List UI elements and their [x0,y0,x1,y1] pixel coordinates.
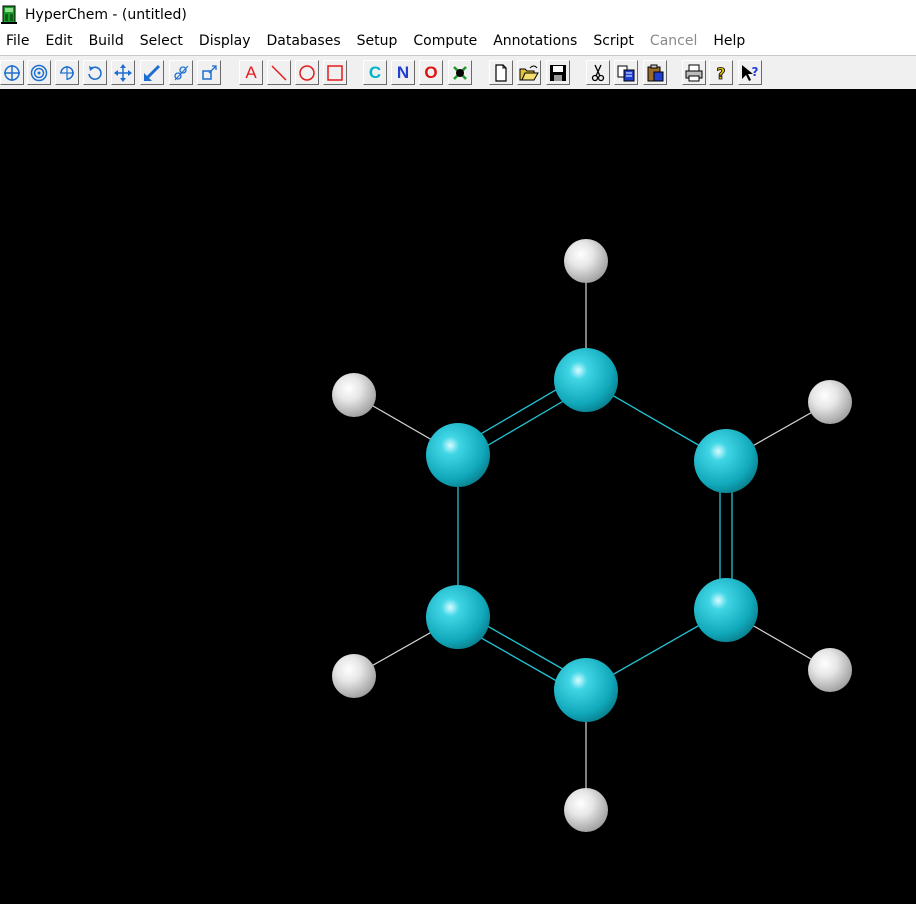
z-rotate-tool-button[interactable] [83,60,107,85]
save-icon [549,64,567,82]
menu-select[interactable]: Select [132,30,191,52]
cut-button[interactable] [586,60,610,85]
text-annotation-button[interactable]: A [239,60,263,85]
copy-button[interactable] [614,60,638,85]
svg-text:?: ? [716,64,725,82]
rectangle-icon [326,64,344,82]
hydrogen-atom-5 [332,654,376,698]
menu-databases[interactable]: Databases [259,30,349,52]
menu-script[interactable]: Script [585,30,642,52]
zoom-icon [172,64,190,82]
periodic-table-button[interactable] [448,60,472,85]
line-icon [270,64,288,82]
xy-rotate-tool-button[interactable] [55,60,79,85]
menu-setup[interactable]: Setup [349,30,406,52]
zoom-tool-button[interactable] [169,60,193,85]
menu-help[interactable]: Help [705,30,753,52]
window-title: HyperChem - (untitled) [25,7,187,23]
menu-compute[interactable]: Compute [405,30,485,52]
rectangle-annotation-button[interactable] [323,60,347,85]
save-file-button[interactable] [546,60,570,85]
z-translate-tool-button[interactable] [140,60,164,85]
paste-icon [646,64,664,82]
hydrogen-atom-2 [808,380,852,424]
carbon-atom-2 [694,429,758,493]
ellipse-icon [298,64,316,82]
xy-translate-icon [114,63,132,82]
molecule-view [332,239,852,832]
carbon-element-button[interactable]: C [363,60,387,85]
carbon-atom-5 [426,585,490,649]
menu-build[interactable]: Build [81,30,132,52]
open-folder-icon [519,64,539,82]
z-translate-icon [143,64,161,82]
help-icon: ? [712,64,730,82]
cut-icon [589,64,607,82]
help-button[interactable]: ? [709,60,733,85]
paste-button[interactable] [643,60,667,85]
hydrogen-atom-1 [564,239,608,283]
hydrogen-atom-4 [564,788,608,832]
line-annotation-button[interactable] [267,60,291,85]
svg-text:?: ? [752,65,759,79]
ch-bonds [353,261,831,810]
menu-file[interactable]: File [0,30,37,52]
draw-icon [30,64,48,82]
new-file-button[interactable] [489,60,513,85]
print-button[interactable] [682,60,706,85]
ellipse-annotation-button[interactable] [295,60,319,85]
nitrogen-element-button[interactable]: N [391,60,415,85]
menu-cancel: Cancel [649,33,698,49]
context-help-button[interactable]: ? [738,60,762,85]
xy-rotate-icon [58,64,76,82]
carbon-atoms [426,348,758,722]
menu-edit[interactable]: Edit [37,30,80,52]
draw-tool-button[interactable] [27,60,51,85]
oxygen-element-button[interactable]: O [419,60,443,85]
print-icon [685,64,703,82]
carbon-atom-4 [554,658,618,722]
select-tool-button[interactable] [0,60,24,85]
title-bar: HyperChem - (untitled) [0,0,916,30]
carbon-atom-3 [694,578,758,642]
z-rotate-icon [86,64,104,82]
hydrogen-atom-6 [332,373,376,417]
cc-bonds [454,373,733,697]
toolbar: A C N O ? ? [0,55,916,89]
xy-translate-tool-button[interactable] [111,60,135,85]
hydrogen-atoms [332,239,852,832]
open-file-button[interactable] [517,60,541,85]
copy-icon [617,64,635,82]
carbon-atom-1 [554,348,618,412]
periodic-table-icon [451,64,469,82]
carbon-atom-6 [426,423,490,487]
select-icon [3,64,21,82]
hydrogen-atom-3 [808,648,852,692]
clip-tool-button[interactable] [197,60,221,85]
context-help-icon: ? [740,64,760,82]
menu-display[interactable]: Display [191,30,259,52]
new-file-icon [492,63,510,82]
menu-annotations[interactable]: Annotations [485,30,585,52]
menu-bar: File Edit Build Select Display Databases… [0,30,916,52]
hyperchem-app-icon [1,5,19,25]
molecule-workspace[interactable] [0,89,916,904]
clip-icon [200,64,218,82]
